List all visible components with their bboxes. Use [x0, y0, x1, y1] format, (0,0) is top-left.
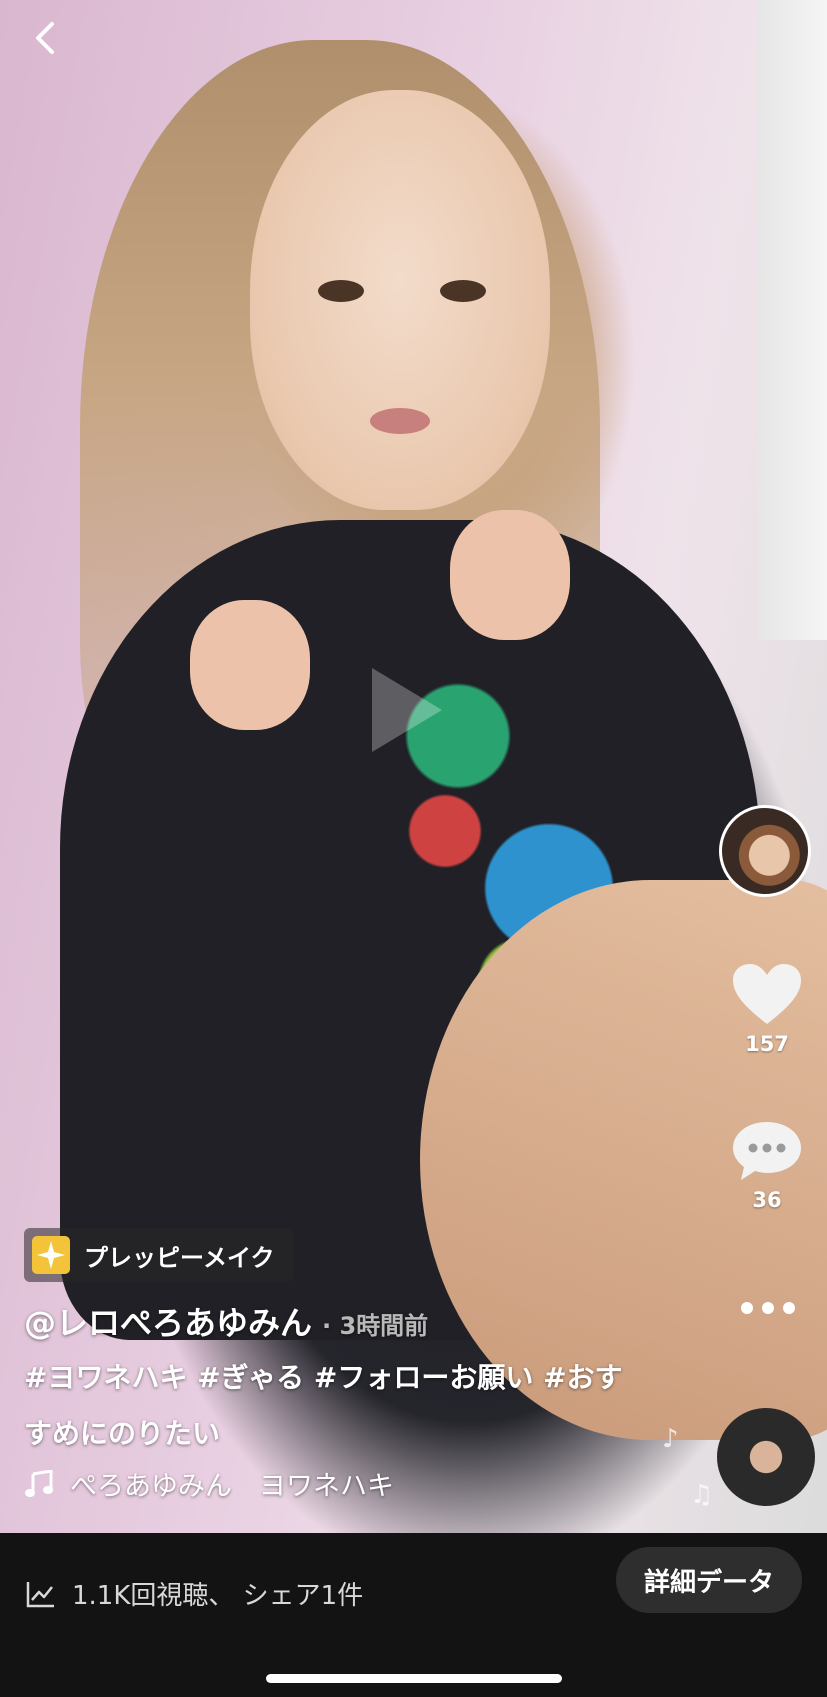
post-description[interactable]: #ヨワネハキ #ぎゃる #フォローお願い #おすすめにのりたい — [24, 1350, 644, 1462]
detail-data-button[interactable]: 詳細データ — [616, 1547, 802, 1613]
music-note-icon — [25, 1469, 53, 1497]
play-icon[interactable] — [372, 668, 442, 752]
sparkle-icon — [32, 1236, 70, 1274]
effect-chip[interactable]: プレッピーメイク — [24, 1228, 293, 1282]
analytics-chart-icon — [26, 1581, 54, 1607]
post-time: · 3時間前 — [322, 1312, 429, 1340]
music-disc[interactable] — [717, 1408, 815, 1506]
heart-icon — [733, 964, 801, 1024]
eye — [440, 280, 486, 302]
hand — [190, 600, 310, 730]
video-subject-face — [250, 90, 550, 510]
effect-label: プレッピーメイク — [84, 1243, 275, 1272]
lips — [370, 408, 430, 434]
view-stats: 1.1K回視聴、 シェア1件 — [26, 1575, 363, 1612]
hand — [450, 510, 570, 640]
music-note-icon: ♫ — [690, 1480, 714, 1510]
music-note-icon: ♪ — [662, 1424, 679, 1454]
eye — [318, 280, 364, 302]
stats-text: 1.1K回視聴、 シェア1件 — [72, 1581, 364, 1611]
username-link[interactable]: @レロぺろあゆみん — [24, 1298, 312, 1344]
comment-button[interactable]: 36 — [730, 1118, 804, 1212]
back-chevron-icon[interactable] — [26, 18, 66, 58]
creator-avatar[interactable] — [719, 805, 811, 897]
author-line: @レロぺろあゆみん · 3時間前 — [24, 1298, 428, 1344]
background-wall — [757, 0, 827, 640]
music-title: ぺろあゆみん ヨワネハキ — [70, 1471, 394, 1502]
music-info[interactable]: ぺろあゆみん ヨワネハキ — [24, 1464, 394, 1503]
comment-count: 36 — [752, 1188, 782, 1212]
bottom-stats-bar: 1.1K回視聴、 シェア1件 詳細データ — [0, 1533, 827, 1697]
like-count: 157 — [745, 1032, 789, 1056]
home-indicator[interactable] — [266, 1674, 562, 1683]
more-options-icon[interactable] — [739, 1298, 797, 1318]
comment-bubble-icon — [733, 1122, 801, 1180]
like-button[interactable]: 157 — [730, 962, 804, 1056]
